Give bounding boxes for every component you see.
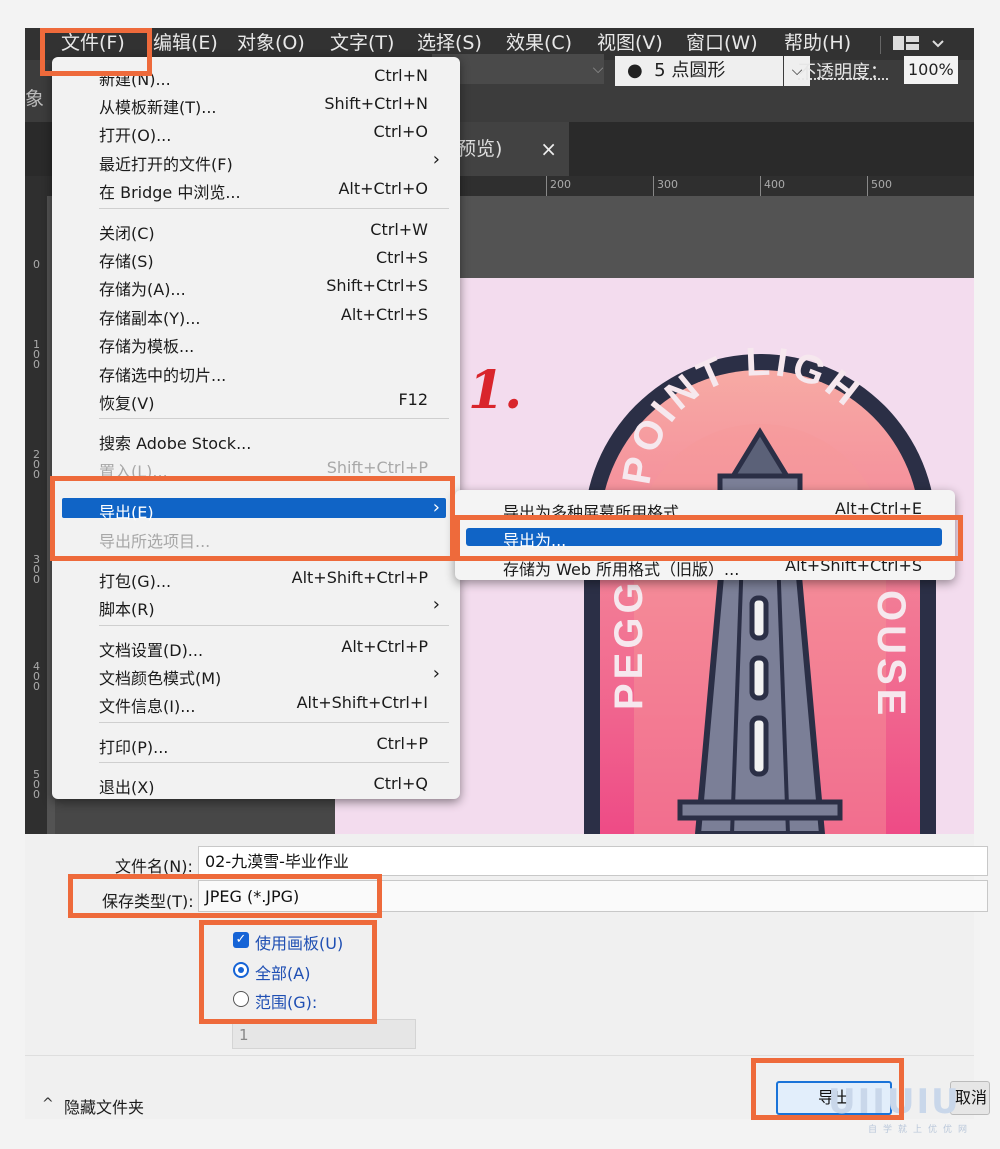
opacity-input[interactable]: 100% [904, 56, 958, 84]
chevron-up-icon[interactable]: ^ [42, 1096, 54, 1112]
menu-item-save-as[interactable]: 存储为(A)... Shift+Ctrl+S [52, 272, 460, 300]
tab-document[interactable]: 预览) × [449, 122, 569, 176]
menu-item-document-setup[interactable]: 文档设置(D)... Alt+Ctrl+P [52, 633, 460, 661]
vertical-ruler [25, 196, 47, 834]
ruler-tick: 300 [653, 176, 678, 196]
step-number: 1. [468, 360, 523, 421]
menu-separator [99, 418, 449, 419]
filetype-label: 保存类型(T): [102, 892, 194, 911]
menu-item-color-mode[interactable]: 文档颜色模式(M) › [52, 661, 460, 689]
menu-item-scripts[interactable]: 脚本(R) › [52, 592, 460, 620]
menu-item-save-copy[interactable]: 存储副本(Y)... Alt+Ctrl+S [52, 301, 460, 329]
filetype-select[interactable]: JPEG (*.JPG) [198, 880, 988, 912]
chevron-right-icon: › [432, 663, 440, 684]
ruler-label: 400 [33, 660, 40, 693]
menu-edit[interactable]: 编辑(E) [153, 28, 218, 60]
menu-item-save-slices[interactable]: 存储选中的切片... [52, 358, 460, 386]
menu-item-save[interactable]: 存储(S) Ctrl+S [52, 244, 460, 272]
ruler-label: 100 [33, 338, 40, 371]
menu-separator [99, 722, 449, 723]
range-radio[interactable] [233, 991, 249, 1007]
badge-left-text: PEGG [607, 578, 651, 710]
menu-item-export[interactable]: 导出(E) › [52, 495, 460, 523]
menu-separator [99, 208, 449, 209]
use-artboards-label[interactable]: 使用画板(U) [255, 930, 343, 954]
menu-separator [99, 625, 449, 626]
ruler-label: 300 [33, 553, 40, 586]
close-icon[interactable]: × [540, 122, 557, 176]
chevron-right-icon: › [432, 149, 440, 170]
badge-right-text: OUSE [869, 590, 913, 719]
submenu-item-save-for-web[interactable]: 存储为 Web 所用格式（旧版）... Alt+Shift+Ctrl+S [455, 553, 955, 579]
watermark-logo: UIIUIU [828, 1082, 961, 1122]
menu-item-adobe-stock[interactable]: 搜索 Adobe Stock... [52, 426, 460, 454]
dot-icon: ● [627, 60, 643, 81]
ruler-label: 500 [33, 768, 40, 801]
menu-item-recent[interactable]: 最近打开的文件(F) › [52, 147, 460, 175]
menu-object[interactable]: 对象(O) [237, 28, 305, 60]
range-input[interactable]: 1 [232, 1019, 416, 1049]
menu-item-close[interactable]: 关闭(C) Ctrl+W [52, 216, 460, 244]
ruler-label: 0 [33, 258, 40, 271]
menu-type[interactable]: 文字(T) [330, 28, 394, 60]
filename-input[interactable]: 02-九漠雪-毕业作业 [198, 846, 988, 876]
menu-item-new-from-template[interactable]: 从模板新建(T)... Shift+Ctrl+N [52, 90, 460, 118]
ruler-tick: 500 [867, 176, 892, 196]
ruler-tick: 200 [546, 176, 571, 196]
chevron-right-icon: › [432, 497, 440, 518]
menu-item-revert[interactable]: 恢复(V) F12 [52, 386, 460, 414]
filename-label: 文件名(N): [115, 857, 193, 876]
chevron-right-icon: › [432, 594, 440, 615]
ruler-tick: 400 [760, 176, 785, 196]
chevron-down-icon[interactable]: ⌵ [583, 54, 613, 84]
submenu-item-export-as[interactable]: 导出为... [455, 524, 955, 550]
ruler-label: 200 [33, 448, 40, 481]
opacity-label[interactable]: 不透明度： [798, 58, 888, 84]
menu-file[interactable]: 文件(F) [61, 28, 125, 60]
range-radio-label[interactable]: 范围(G): [255, 989, 317, 1013]
use-artboards-checkbox[interactable]: ✓ [233, 932, 249, 948]
menu-item-exit[interactable]: 退出(X) Ctrl+Q [52, 770, 460, 798]
watermark-subtitle: 自学就上优优网 [868, 1125, 974, 1135]
brush-label: 5 点圆形 [654, 60, 726, 81]
workspace-switcher-icon[interactable] [893, 34, 945, 58]
menu-item-place: 置入(L)... Shift+Ctrl+P [99, 458, 428, 481]
menu-item-export-selection: 导出所选项目... [99, 532, 211, 551]
menu-divider [880, 36, 881, 54]
menu-item-bridge[interactable]: 在 Bridge 中浏览... Alt+Ctrl+O [52, 175, 460, 203]
menu-item-new[interactable]: 新建(N)... Ctrl+N [52, 62, 460, 90]
menu-separator [99, 762, 449, 763]
menu-item-print[interactable]: 打印(P)... Ctrl+P [52, 730, 460, 758]
menu-separator [99, 557, 449, 558]
brush-definition-select[interactable]: ● 5 点圆形 [615, 56, 783, 86]
menu-item-open[interactable]: 打开(O)... Ctrl+O [52, 118, 460, 146]
hide-folders-toggle[interactable]: 隐藏文件夹 [64, 1094, 144, 1118]
all-radio-label[interactable]: 全部(A) [255, 960, 310, 984]
control-bar-label: 象 [25, 88, 45, 110]
submenu-item-export-screens[interactable]: 导出为多种屏幕所用格式... Alt+Ctrl+E [455, 496, 955, 522]
all-radio[interactable] [233, 962, 249, 978]
menu-item-save-template[interactable]: 存储为模板... [52, 329, 460, 357]
menu-item-file-info[interactable]: 文件信息(I)... Alt+Shift+Ctrl+I [52, 689, 460, 717]
menu-item-package[interactable]: 打包(G)... Alt+Shift+Ctrl+P [52, 564, 460, 592]
tab-label: 预览) [457, 138, 503, 160]
